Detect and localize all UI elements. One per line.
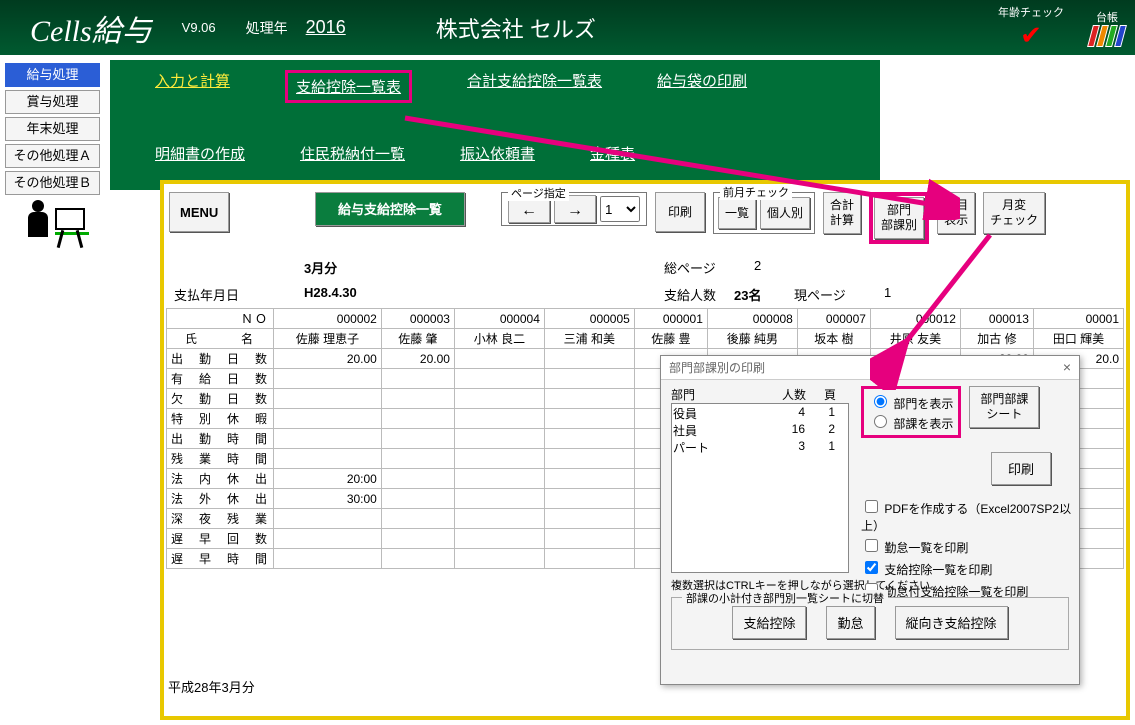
total-pages-value: 2 bbox=[754, 258, 824, 277]
dept-listbox[interactable]: 役員41社員162パート31 bbox=[671, 403, 849, 573]
month-change-button[interactable]: 月変チェック bbox=[983, 192, 1045, 234]
switch-attendance-button[interactable]: 勤怠 bbox=[826, 606, 874, 639]
link-total-deduction[interactable]: 合計支給控除一覧表 bbox=[467, 70, 602, 103]
link-input[interactable]: 入力と計算 bbox=[155, 70, 230, 103]
list-col-dept: 部門 bbox=[671, 386, 761, 403]
app-logo: Cells給与 bbox=[30, 6, 152, 50]
menu-panel: 入力と計算 支給控除一覧表 合計支給控除一覧表 給与袋の印刷 明細書の作成 住民… bbox=[110, 60, 880, 190]
item-button[interactable]: 項目表示 bbox=[937, 192, 975, 234]
count-label: 支給人数 bbox=[664, 285, 734, 304]
chk-pdf[interactable]: PDFを作成する（Excel2007SP2以上） bbox=[861, 497, 1079, 534]
toolbar: MENU 給与支給控除一覧 ページ指定 ← → 1 印刷 前月チェック 一覧 個… bbox=[164, 184, 1126, 252]
radio-dept[interactable]: 部門を表示 bbox=[869, 392, 953, 412]
dept-button[interactable]: 部門部課別 bbox=[874, 197, 924, 239]
print-button[interactable]: 印刷 bbox=[655, 192, 705, 232]
nav-other-b[interactable]: その他処理Ｂ bbox=[5, 171, 100, 195]
prev-list-button[interactable]: 一覧 bbox=[718, 197, 756, 229]
prev-individual-button[interactable]: 個人別 bbox=[760, 197, 810, 229]
dept-sheet-button[interactable]: 部門部課 シート bbox=[969, 386, 1039, 428]
display-mode-radios: 部門を表示 部課を表示 bbox=[861, 386, 961, 438]
list-col-page: 頁 bbox=[806, 386, 836, 403]
chk-attendance[interactable]: 勤怠一覧を印刷 bbox=[861, 536, 1079, 556]
switch-group-label: 部課の小計付き部門別一覧シートに切替 bbox=[682, 590, 888, 606]
month-label: 3月分 bbox=[304, 258, 414, 277]
title-button[interactable]: 給与支給控除一覧 bbox=[315, 192, 465, 226]
nav-other-a[interactable]: その他処理Ａ bbox=[5, 144, 100, 168]
company-name: 株式会社 セルズ bbox=[436, 12, 596, 44]
nav-bonus[interactable]: 賞与処理 bbox=[5, 90, 100, 114]
prev-month-group: 前月チェック 一覧 個人別 bbox=[713, 192, 815, 234]
dialog-print-button[interactable]: 印刷 bbox=[991, 452, 1051, 485]
link-envelope[interactable]: 給与袋の印刷 bbox=[657, 70, 747, 103]
app-header: Cells給与 V9.06 処理年 2016 株式会社 セルズ 年齢チェック ✔… bbox=[0, 0, 1135, 55]
pay-date-value: H28.4.30 bbox=[304, 285, 414, 304]
prev-month-label: 前月チェック bbox=[720, 184, 792, 200]
link-deduction-list[interactable]: 支給控除一覧表 bbox=[296, 79, 401, 96]
radio-section[interactable]: 部課を表示 bbox=[869, 412, 953, 432]
version-label: V9.06 bbox=[182, 20, 216, 35]
year-value[interactable]: 2016 bbox=[306, 17, 346, 38]
sum-button[interactable]: 合計計算 bbox=[823, 192, 861, 234]
books-icon bbox=[1086, 25, 1128, 47]
ledger-label: 台帳 bbox=[1096, 9, 1118, 25]
dept-print-dialog: 部門部課別の印刷 × 部門 人数 頁 役員41社員162パート31 部門を表示 … bbox=[660, 355, 1080, 685]
age-check-button[interactable]: 年齢チェック ✔ bbox=[998, 4, 1064, 51]
link-coin[interactable]: 金種表 bbox=[590, 143, 635, 164]
cur-page-value: 1 bbox=[884, 285, 954, 304]
footer-label: 平成28年3月分 bbox=[168, 677, 255, 696]
switch-group: 部課の小計付き部門別一覧シートに切替 支給控除 勤怠 縦向き支給控除 bbox=[671, 597, 1069, 650]
count-value: 23名 bbox=[734, 285, 794, 304]
nav-yearend[interactable]: 年末処理 bbox=[5, 117, 100, 141]
list-col-count: 人数 bbox=[761, 386, 806, 403]
page-spec-group: ページ指定 ← → 1 bbox=[501, 192, 647, 226]
page-select[interactable]: 1 bbox=[600, 196, 640, 222]
close-icon[interactable]: × bbox=[1063, 359, 1071, 376]
check-icon: ✔ bbox=[1020, 20, 1042, 51]
switch-deduction-button[interactable]: 支給控除 bbox=[732, 606, 806, 639]
switch-vertical-button[interactable]: 縦向き支給控除 bbox=[895, 606, 1008, 639]
cur-page-label: 現ページ bbox=[794, 285, 884, 304]
link-transfer[interactable]: 振込依頼書 bbox=[460, 143, 535, 164]
link-resident-tax[interactable]: 住民税納付一覧 bbox=[300, 143, 405, 164]
left-nav: 給与処理 賞与処理 年末処理 その他処理Ａ その他処理Ｂ bbox=[5, 60, 105, 260]
presenter-icon bbox=[5, 200, 105, 260]
nav-salary[interactable]: 給与処理 bbox=[5, 63, 100, 87]
dialog-title: 部門部課別の印刷 bbox=[669, 359, 765, 376]
chk-deduction[interactable]: 支給控除一覧を印刷 bbox=[861, 558, 1079, 578]
pay-date-label: 支払年月日 bbox=[174, 285, 304, 304]
link-slip[interactable]: 明細書の作成 bbox=[155, 143, 245, 164]
total-pages-label: 総ページ bbox=[664, 258, 754, 277]
page-spec-label: ページ指定 bbox=[508, 185, 569, 201]
ledger-button[interactable]: 台帳 bbox=[1089, 9, 1125, 47]
year-label: 処理年 bbox=[246, 18, 288, 38]
menu-button[interactable]: MENU bbox=[169, 192, 229, 232]
age-check-label: 年齢チェック bbox=[998, 4, 1064, 20]
